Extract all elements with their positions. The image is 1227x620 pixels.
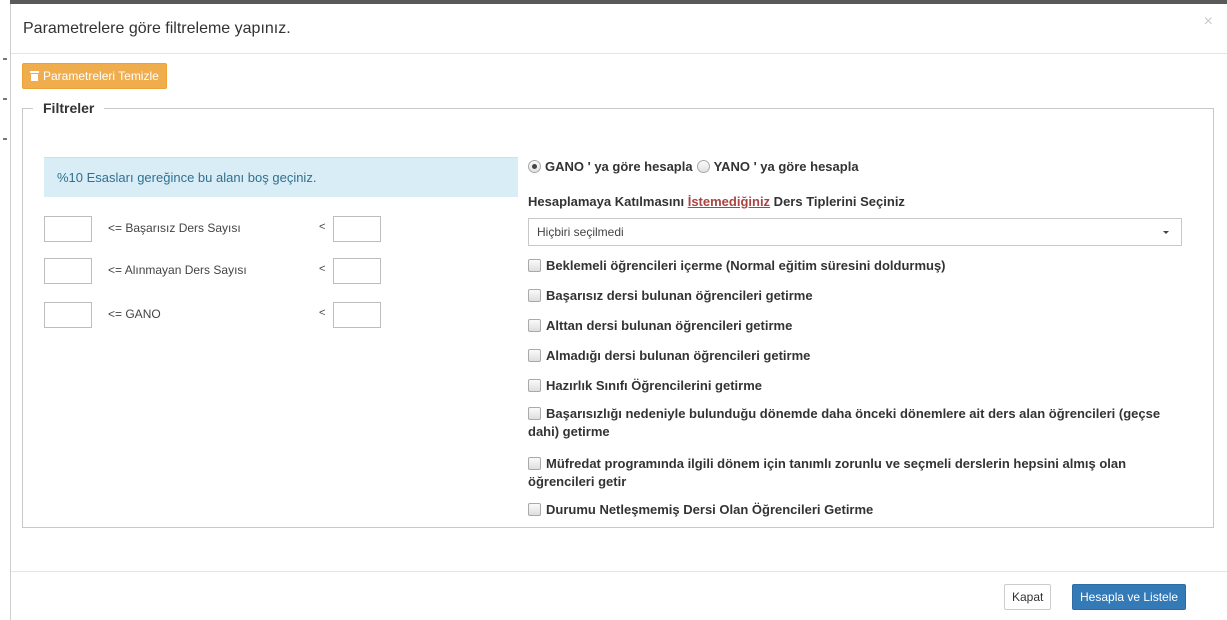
- course-types-label-end: Ders Tiplerini Seçiniz: [770, 194, 905, 209]
- untaken-courses-max-input[interactable]: [333, 258, 381, 284]
- trash-icon: [30, 71, 39, 81]
- checkbox-label: Alttan dersi bulunan öğrencileri getirme: [546, 318, 793, 333]
- failed-courses-min-input[interactable]: [44, 216, 92, 242]
- gano-radio[interactable]: [528, 160, 541, 173]
- checkbox-item: Beklemeli öğrencileri içerme (Normal eği…: [528, 257, 1182, 275]
- checkbox-item: Müfredat programında ilgili dönem için t…: [528, 455, 1182, 491]
- filters-legend: Filtreler: [43, 100, 95, 116]
- checkbox-item: Başarısız dersi bulunan öğrencileri geti…: [528, 287, 1182, 305]
- info-alert: %10 Esasları gereğince bu alanı boş geçi…: [44, 157, 518, 197]
- caret-down-icon: [1163, 231, 1169, 234]
- close-button[interactable]: Kapat: [1004, 584, 1052, 610]
- failed-courses-max-input[interactable]: [333, 216, 381, 242]
- checkbox-item: Alttan dersi bulunan öğrencileri getirme: [528, 317, 1182, 335]
- checkbox-item: Almadığı dersi bulunan öğrencileri getir…: [528, 347, 1182, 365]
- checkbox-label: Başarısızlığı nedeniyle bulunduğu dönemd…: [528, 406, 1161, 439]
- modal-title: Parametrelere göre filtreleme yapınız.: [23, 20, 291, 37]
- untaken-courses-label: <= Alınmayan Ders Sayısı: [108, 263, 247, 277]
- less-than-symbol: <: [319, 263, 326, 275]
- course-types-label-start: Hesaplamaya Katılmasını: [528, 194, 688, 209]
- page-backdrop: [0, 0, 10, 620]
- backdrop-mark: [3, 138, 7, 140]
- checkbox[interactable]: [528, 349, 541, 362]
- checkbox-item: Durumu Netleşmemiş Dersi Olan Öğrenciler…: [528, 501, 1182, 519]
- less-than-symbol: <: [319, 221, 326, 233]
- checkbox[interactable]: [528, 289, 541, 302]
- checkbox[interactable]: [528, 379, 541, 392]
- checkbox-label: Beklemeli öğrencileri içerme (Normal eği…: [546, 258, 946, 273]
- course-types-selected-value: Hiçbiri seçilmedi: [537, 225, 624, 239]
- filter-row-failed-courses: <= Başarısız Ders Sayısı <: [44, 216, 404, 242]
- checkbox[interactable]: [528, 407, 541, 420]
- filter-row-untaken-courses: <= Alınmayan Ders Sayısı <: [44, 258, 404, 284]
- modal-footer: Kapat Hesapla ve Listele: [11, 571, 1227, 620]
- checkbox-item: Başarısızlığı nedeniyle bulunduğu dönemd…: [528, 405, 1182, 441]
- gano-radio-label: GANO ' ya göre hesapla: [545, 159, 693, 174]
- close-icon[interactable]: ×: [1204, 14, 1213, 30]
- failed-courses-label: <= Başarısız Ders Sayısı: [108, 221, 241, 235]
- calc-mode-radio-group: GANO ' ya göre hesapla YANO ' ya göre he…: [528, 159, 859, 174]
- filter-modal: Parametrelere göre filtreleme yapınız. ×…: [10, 4, 1227, 620]
- clear-parameters-label: Parametreleri Temizle: [43, 69, 159, 83]
- checkbox-label: Almadığı dersi bulunan öğrencileri getir…: [546, 348, 811, 363]
- checkbox-label: Müfredat programında ilgili dönem için t…: [528, 456, 1127, 489]
- checkbox[interactable]: [528, 259, 541, 272]
- filter-row-gano: <= GANO <: [44, 302, 404, 328]
- untaken-courses-min-input[interactable]: [44, 258, 92, 284]
- checkbox-item: Hazırlık Sınıfı Öğrencilerini getirme: [528, 377, 1182, 395]
- gano-min-input[interactable]: [44, 302, 92, 328]
- calculate-and-list-button[interactable]: Hesapla ve Listele: [1072, 584, 1187, 610]
- checkbox-label: Durumu Netleşmemiş Dersi Olan Öğrenciler…: [546, 502, 874, 517]
- backdrop-mark: [3, 58, 7, 60]
- checkbox[interactable]: [528, 319, 541, 332]
- course-types-label: Hesaplamaya Katılmasını İstemediğiniz De…: [528, 194, 905, 209]
- gano-label: <= GANO: [108, 307, 161, 321]
- options-column: GANO ' ya göre hesapla YANO ' ya göre he…: [528, 116, 1188, 536]
- course-types-select[interactable]: Hiçbiri seçilmedi: [528, 218, 1182, 246]
- filters-fieldset: Filtreler %10 Esasları gereğince bu alan…: [22, 100, 1214, 528]
- less-than-symbol: <: [319, 307, 326, 319]
- modal-header: Parametrelere göre filtreleme yapınız. ×: [11, 4, 1227, 54]
- checkbox-label: Hazırlık Sınıfı Öğrencilerini getirme: [546, 378, 763, 393]
- gano-max-input[interactable]: [333, 302, 381, 328]
- course-types-label-link[interactable]: İstemediğiniz: [688, 194, 770, 209]
- yano-radio-label: YANO ' ya göre hesapla: [713, 159, 859, 174]
- clear-parameters-button[interactable]: Parametreleri Temizle: [22, 63, 167, 89]
- checkbox[interactable]: [528, 457, 541, 470]
- yano-radio[interactable]: [696, 160, 710, 173]
- checkbox[interactable]: [528, 503, 541, 516]
- checkbox-label: Başarısız dersi bulunan öğrencileri geti…: [546, 288, 813, 303]
- backdrop-mark: [3, 98, 7, 100]
